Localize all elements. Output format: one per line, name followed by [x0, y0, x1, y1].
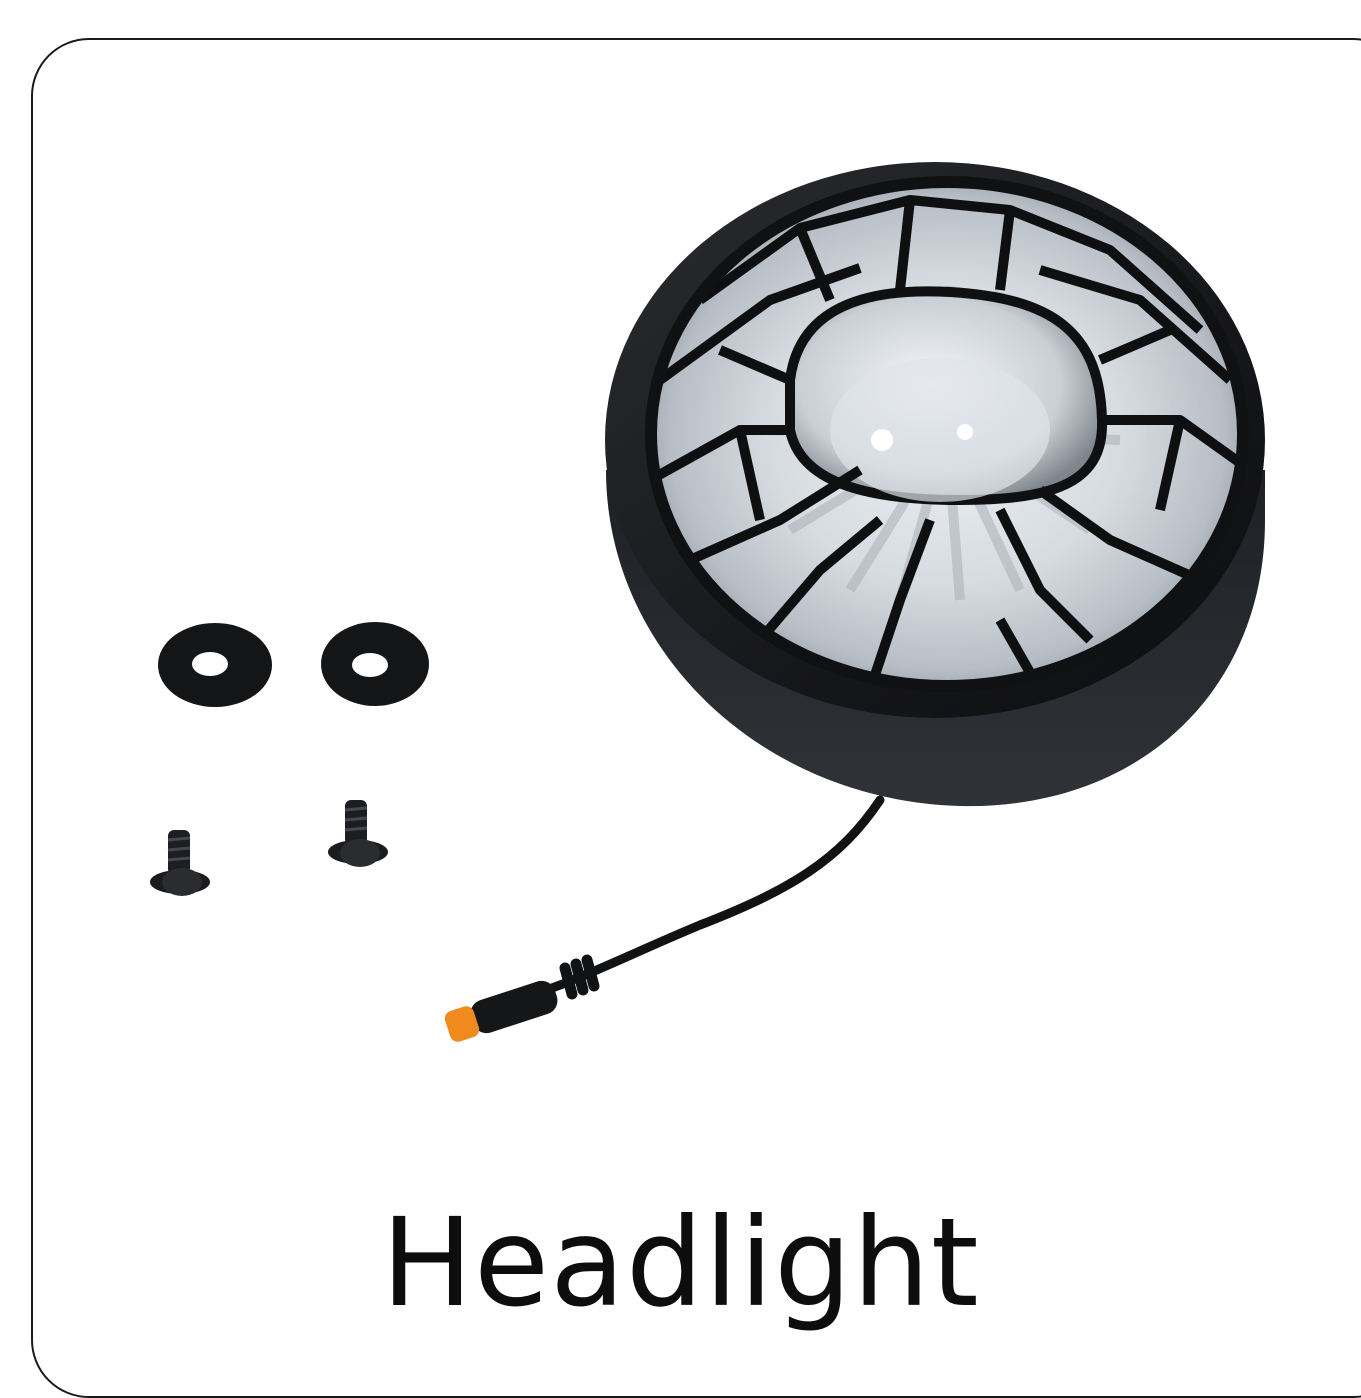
headlight-unit — [605, 162, 1265, 807]
product-caption: Headlight — [381, 1192, 980, 1334]
rubber-washer — [321, 622, 429, 706]
mounting-bolt — [328, 800, 388, 867]
rubber-washer — [158, 623, 272, 707]
mounting-bolt — [150, 830, 210, 896]
connector-cable — [444, 795, 885, 1042]
product-photo — [150, 162, 1265, 1042]
